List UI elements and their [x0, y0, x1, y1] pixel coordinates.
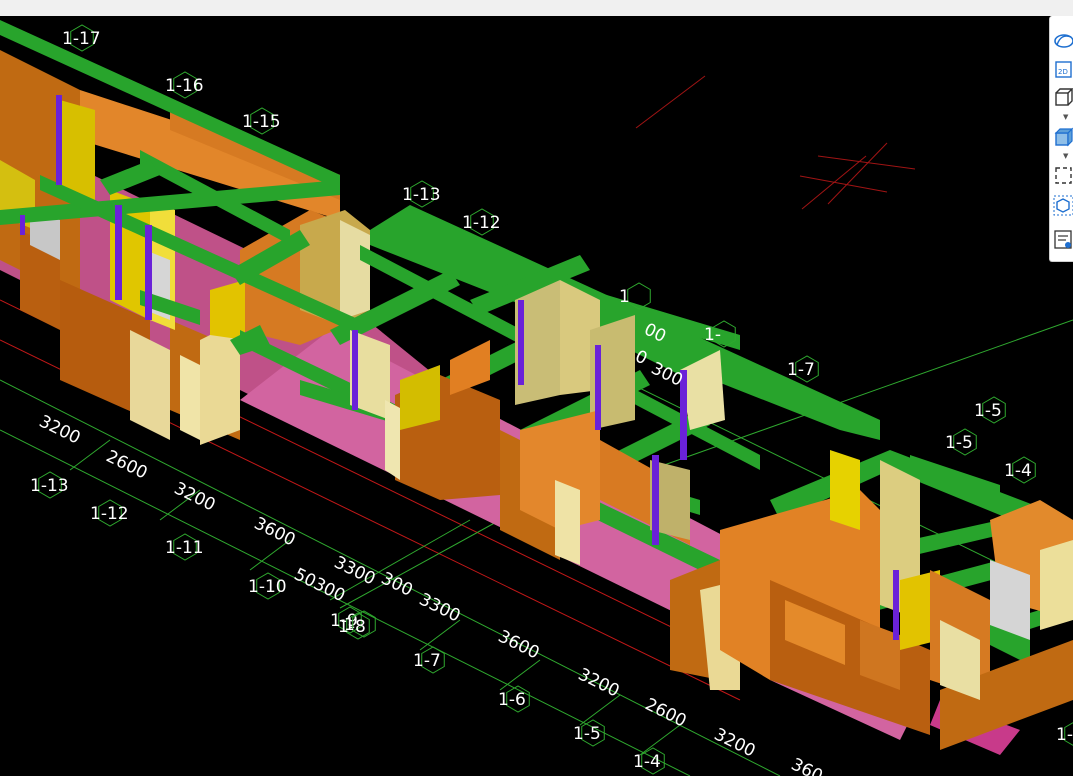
axis-label-a8: 1-5	[945, 433, 973, 453]
axis-label-a9: 1-4	[1004, 461, 1032, 481]
orbit-icon	[1054, 34, 1073, 48]
axis-label-b1: 1-13	[30, 476, 69, 496]
axis-label-a4: 1-13	[402, 185, 441, 205]
axis-label-frag1: 1	[619, 287, 630, 307]
axis-label-b2: 1-12	[90, 504, 129, 524]
select-region-icon	[1055, 167, 1072, 184]
axis-label-a2: 1-16	[165, 76, 204, 96]
axis-label-a1: 1-17	[62, 29, 101, 49]
3d-box-outline-button[interactable]	[1052, 84, 1073, 110]
axis-label-frag3: 1-	[1056, 725, 1073, 745]
chevron-down-icon[interactable]: ▼	[1063, 113, 1071, 121]
properties-list-icon	[1054, 230, 1072, 249]
3d-box-solid-icon	[1054, 127, 1073, 147]
axis-label-b4: 1-10	[248, 577, 287, 597]
view-toolbar: 2D ▼ ▼	[1049, 16, 1073, 262]
axis-label-frag4: 1	[344, 615, 355, 635]
orbit-button[interactable]	[1052, 28, 1073, 54]
axis-label-a6: 1-7	[787, 360, 815, 380]
component-view-icon	[1053, 195, 1073, 216]
axis-label-a7: 1-5	[974, 401, 1002, 421]
3d-box-outline-icon	[1055, 88, 1073, 106]
axis-label-a3: 1-15	[242, 112, 281, 132]
3d-box-solid-button[interactable]	[1052, 124, 1073, 150]
axis-label-b10: 1-4	[633, 752, 661, 772]
axis-label-b8: 1-6	[498, 690, 526, 710]
axis-label-b7: 1-7	[413, 651, 441, 671]
title-bar	[0, 0, 1073, 17]
2d-view-icon: 2D	[1055, 61, 1072, 78]
select-region-button[interactable]	[1052, 162, 1073, 188]
axis-label-frag2: 1-	[704, 325, 721, 345]
chevron-down-icon[interactable]: ▼	[1063, 152, 1071, 160]
component-view-button[interactable]	[1052, 192, 1073, 218]
2d-view-button[interactable]: 2D	[1052, 56, 1073, 82]
axis-label-b3: 1-11	[165, 538, 204, 558]
svg-text:2D: 2D	[1058, 68, 1068, 76]
axis-label-a5: 1-12	[462, 213, 501, 233]
axis-label-b9: 1-5	[573, 724, 601, 744]
model-3d-viewport[interactable]: 1-171-161-151-131-121-71-51-51-41-131-12…	[0, 16, 1073, 776]
properties-list-button[interactable]	[1052, 226, 1073, 252]
